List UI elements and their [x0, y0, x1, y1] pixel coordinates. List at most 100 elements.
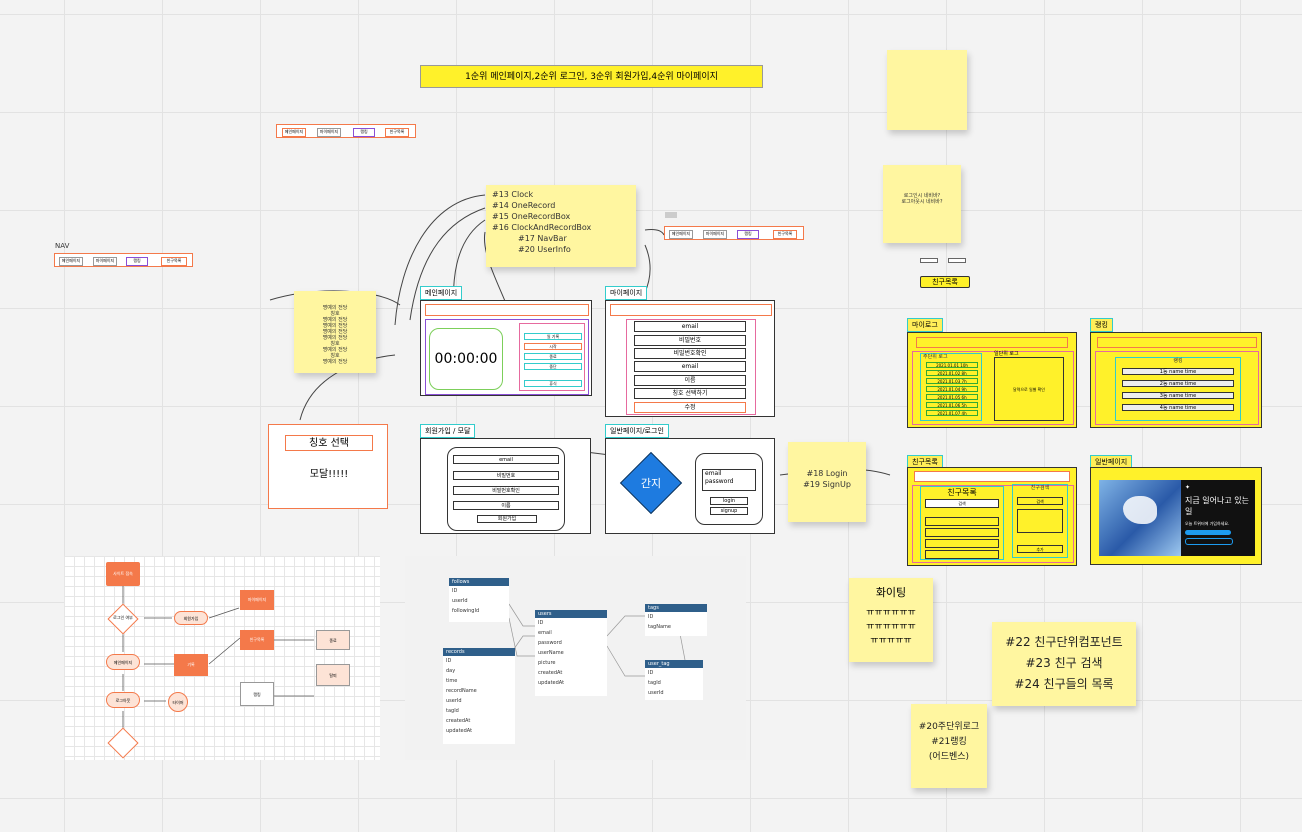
fighting-note: 화이팅 ㅠㅠㅠㅠㅠㅠ ㅠㅠㅠㅠㅠㅠ ㅠㅠㅠㅠㅠ: [849, 578, 933, 662]
nav-tab-main[interactable]: 메인페이지: [669, 230, 693, 239]
tiny-chip: [920, 258, 938, 263]
fighting-line: ㅠㅠㅠㅠㅠ: [870, 636, 912, 646]
erd-field: tagId: [446, 708, 459, 714]
nav-tab-ranking[interactable]: 랭킹: [737, 230, 759, 239]
ranking-box: 랭킹 1등 name time 2등 name time 3등 name tim…: [1115, 357, 1241, 421]
nav-label: NAV: [55, 242, 70, 250]
password-label[interactable]: password: [705, 478, 755, 486]
flow-node-ranking: 랭킹: [240, 682, 274, 706]
name-field[interactable]: 이름: [634, 375, 746, 386]
record-row[interactable]: 중단: [524, 363, 582, 370]
nav-item-ranking[interactable]: 랭킹: [126, 257, 148, 266]
flow-node-end: 종료: [316, 630, 350, 650]
friend-item[interactable]: [925, 528, 999, 537]
save-button[interactable]: 수정: [634, 402, 746, 413]
record-row[interactable]: 휴식: [524, 380, 582, 387]
note-line: 로그아웃시 네비바?: [901, 199, 943, 205]
password-field[interactable]: 비밀번호: [453, 471, 559, 480]
fighting-title: 화이팅: [875, 586, 907, 599]
login-task-note: #18 Login #19 SignUp: [788, 442, 866, 522]
erd-field: picture: [538, 660, 556, 666]
erd-table-users: users ID email password userName picture…: [535, 610, 607, 696]
erd-table-name: user_tag: [645, 660, 703, 668]
nav-item-main[interactable]: 메인페이지: [59, 257, 83, 266]
join-button[interactable]: [1185, 530, 1231, 535]
nav-tab-friends[interactable]: 친구목록: [385, 128, 409, 137]
friend-item[interactable]: [925, 517, 999, 526]
log-row: 2021.01.07 4h: [926, 410, 978, 416]
logo-text: 간지: [640, 477, 662, 490]
log-row: 2021.01.03 7h: [926, 378, 978, 384]
email-label[interactable]: email: [705, 470, 755, 478]
top-navbar: 메인페이지 마이페이지 랭킹 친구목록: [276, 124, 416, 138]
friend-search-button[interactable]: 검색: [1017, 497, 1063, 505]
signup-button[interactable]: signup: [710, 507, 748, 515]
erd-table-name: users: [535, 610, 607, 618]
signup-panel: ✦ 지금 일어나고 있는 일 오늘 트위터에 가입하세요.: [1181, 480, 1255, 556]
name-field[interactable]: 이름: [453, 501, 559, 510]
title-select-field[interactable]: 칭호 선택하기: [634, 388, 746, 399]
erd-field: day: [446, 668, 456, 674]
title-select-button[interactable]: 칭호 선택: [285, 435, 373, 451]
flow-node-mypage: 마이페이지: [240, 590, 274, 610]
password-confirm-field[interactable]: 비밀번호확인: [634, 348, 746, 359]
erd-field: updatedAt: [446, 728, 473, 734]
task-line: #15 OneRecordBox: [492, 212, 571, 221]
erd-field: userId: [452, 598, 468, 604]
email-field[interactable]: email: [634, 321, 746, 332]
email-field[interactable]: email: [634, 361, 746, 372]
friend-tasks-note: #22 친구단위컴포넌트 #23 친구 검색 #24 친구들의 목록: [992, 622, 1136, 706]
record-row[interactable]: 종료: [524, 353, 582, 360]
mylog-frame: 주단위 로그 2021.01.01 10h 2021.01.02 8h 2021…: [907, 332, 1077, 428]
record-box: 일 기록 시작 종료 중단 휴식: [519, 323, 585, 391]
bird-logo-icon: [1123, 496, 1157, 524]
password-confirm-field[interactable]: 비밀번호확인: [453, 486, 559, 495]
log-row: 2021.01.05 6h: [926, 394, 978, 400]
ranking-title: 랭킹: [1090, 318, 1113, 332]
erd-field: userId: [648, 690, 664, 696]
nav-item-mypage[interactable]: 마이페이지: [93, 257, 117, 266]
erd-image: follows ID userId followingId users ID e…: [405, 556, 746, 760]
nav-tab-mypage[interactable]: 마이페이지: [317, 128, 341, 137]
friend-item[interactable]: [925, 539, 999, 548]
mylog-nav: [916, 337, 1068, 348]
nav-tab-friends[interactable]: 친구목록: [773, 230, 797, 239]
login-button[interactable]: login: [710, 497, 748, 505]
erd-field: ID: [648, 614, 654, 620]
modal-text: 모달!!!!!: [309, 469, 349, 480]
record-row[interactable]: 시작: [524, 343, 582, 350]
erd-field: tagId: [648, 680, 661, 686]
friend-search-input[interactable]: 검색: [925, 499, 999, 508]
log-tasks-note: #20주단위로그 #21랭킹 (어드벤스): [911, 704, 987, 788]
login-button[interactable]: [1185, 538, 1233, 545]
login-form: email password: [702, 469, 756, 491]
log-row: 2021.01.04 9h: [926, 386, 978, 392]
friend-list-chip[interactable]: 친구목록: [920, 276, 970, 288]
email-field[interactable]: email: [453, 455, 559, 464]
flow-node-start: 사이트 접속: [106, 562, 140, 586]
erd-field: ID: [446, 658, 452, 664]
signup-button[interactable]: 회원가입: [477, 515, 537, 523]
erd-table-name: follows: [449, 578, 509, 586]
log-row: 2021.01.01 10h: [926, 362, 978, 368]
nav-tab-ranking[interactable]: 랭킹: [353, 128, 375, 137]
friend-item[interactable]: [925, 550, 999, 559]
note-line: 명예의 전당: [322, 359, 348, 365]
subheadline: 오늘 트위터에 가입하세요.: [1185, 521, 1230, 526]
password-field[interactable]: 비밀번호: [634, 335, 746, 346]
add-friend-button[interactable]: 추가: [1017, 545, 1063, 553]
friends-list-title: 친구목록: [947, 488, 977, 497]
erd-field: userId: [446, 698, 462, 704]
login-frame: 간지 email password login signup: [605, 438, 775, 534]
nav-item-friends[interactable]: 친구목록: [161, 257, 187, 266]
erd-field: password: [538, 640, 562, 646]
flow-node-friends: 친구목록: [240, 630, 274, 650]
erd-field: ID: [452, 588, 458, 594]
flow-node-timer: 타이머: [168, 692, 188, 712]
erd-table-name: tags: [645, 604, 707, 612]
log-row: 2021.01.02 8h: [926, 370, 978, 376]
nav-tab-mypage[interactable]: 마이페이지: [703, 230, 727, 239]
erd-field: ID: [538, 620, 544, 626]
ranking-row: 4등 name time: [1122, 404, 1234, 411]
nav-tab-main[interactable]: 메인페이지: [282, 128, 306, 137]
